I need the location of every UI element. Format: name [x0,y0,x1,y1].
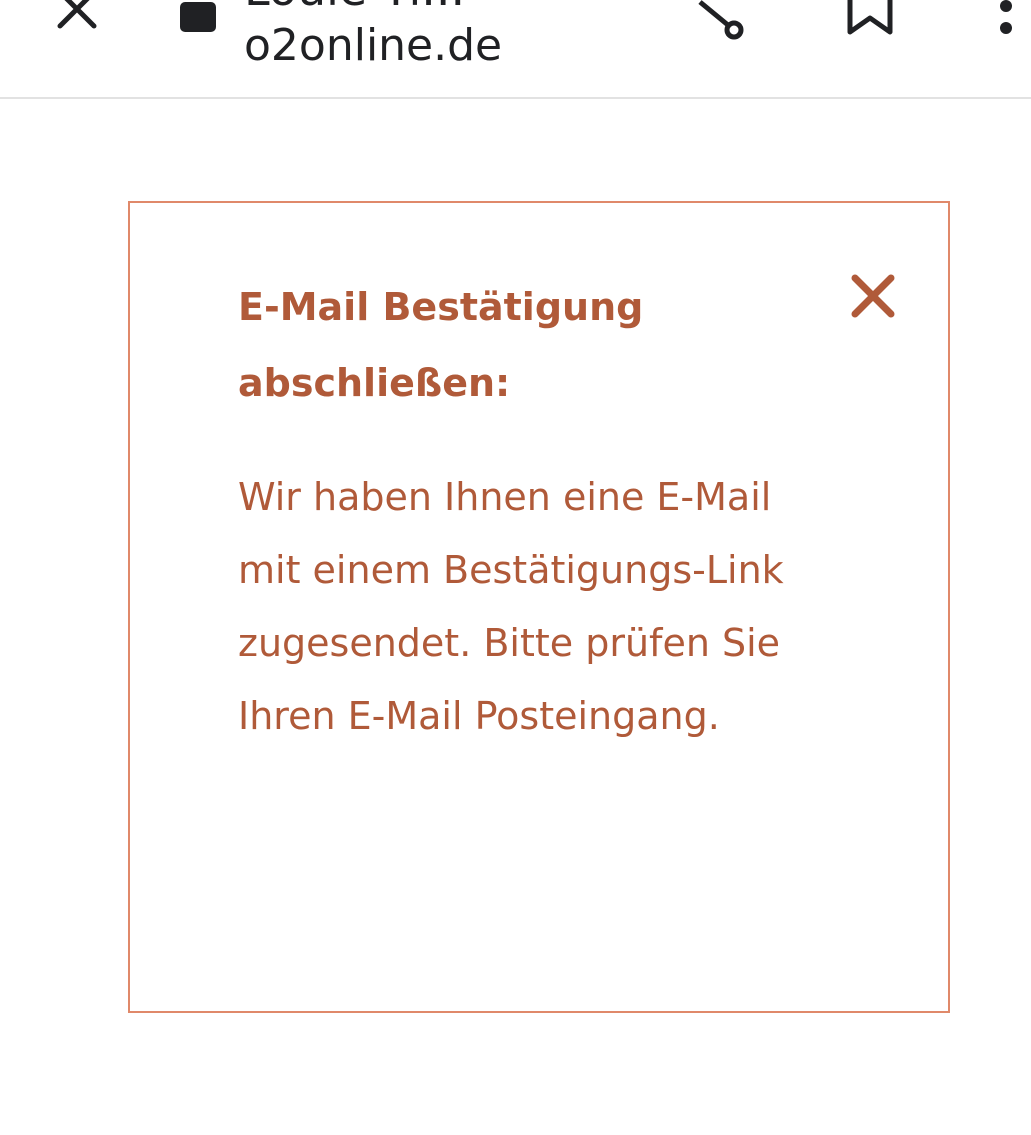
close-icon[interactable] [846,269,900,323]
browser-toolbar: Louie Ti... o2online.de [0,0,1031,99]
share-icon[interactable] [686,0,748,42]
notice-heading: E-Mail Bestätigung abschließen: [238,285,644,405]
more-vert-icon[interactable] [996,0,1016,44]
email-confirmation-notice: E-Mail Bestätigung abschließen: Wir habe… [128,201,950,1013]
close-icon[interactable] [52,0,102,34]
bookmark-icon[interactable] [846,0,894,36]
page-title: Louie Ti... [244,0,465,12]
notice-body: Wir haben Ihnen eine E-Mail mit einem Be… [238,475,784,738]
lock-icon [180,0,216,32]
url-display[interactable]: o2online.de [244,24,502,68]
